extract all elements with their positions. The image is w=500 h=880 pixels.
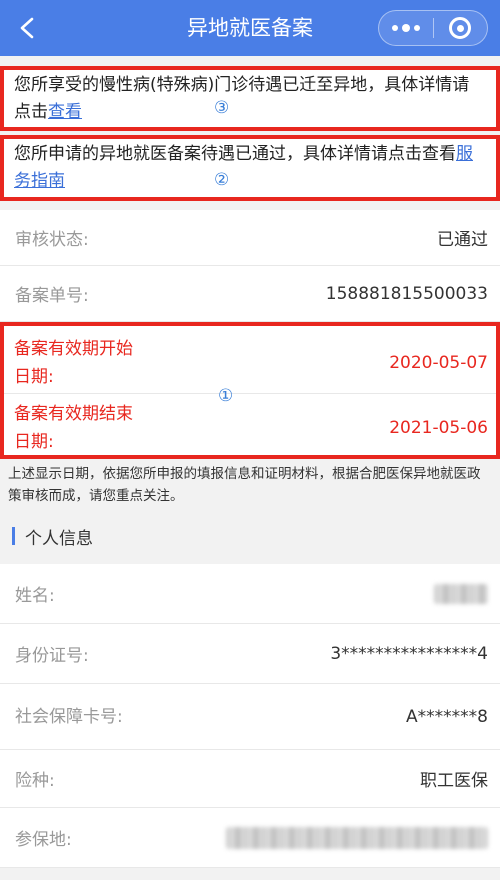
social-card-value: A*******8	[406, 706, 488, 727]
name-row: 姓名:	[0, 564, 500, 624]
status-label: 审核状态:	[15, 230, 89, 250]
end-date-label: 备案有效期结束日期:	[14, 404, 133, 452]
start-date-value: 2020-05-07	[389, 352, 488, 373]
annotation-marker-3: ③	[214, 98, 230, 118]
view-link[interactable]: 查看	[48, 102, 82, 122]
insurance-type-value: 职工医保	[420, 771, 488, 791]
chronic-notice-text: 您所享受的慢性病(特殊病)门诊待遇已迁至异地，具体详情请点击	[14, 75, 470, 122]
end-date-value: 2021-05-06	[389, 418, 488, 438]
social-card-row: 社会保障卡号: A*******8	[0, 684, 500, 750]
id-number-value: 3****************4	[330, 643, 488, 664]
more-button[interactable]	[379, 11, 433, 45]
insurance-type-label: 险种:	[15, 771, 55, 791]
record-number-value: 158881815500033	[325, 283, 488, 304]
record-number-row: 备案单号: 158881815500033	[0, 266, 500, 322]
location-redacted	[226, 826, 488, 849]
insured-location-label: 参保地:	[15, 830, 72, 850]
id-number-label: 身份证号:	[15, 646, 89, 666]
approval-notice: 您所申请的异地就医备案待遇已通过，具体详情请点击查看服务指南	[0, 135, 500, 201]
id-number-row: 身份证号: 3****************4	[0, 624, 500, 684]
policy-hint: 上述显示日期，依据您所申报的填报信息和证明材料，根据合肥医保异地就医政策审核而成…	[0, 460, 500, 510]
status-row: 审核状态: 已通过	[0, 210, 500, 266]
name-redacted	[434, 583, 488, 604]
insurance-type-row: 险种: 职工医保	[0, 750, 500, 808]
end-date-row: 备案有效期结束日期: 2021-05-06	[4, 397, 496, 459]
insured-location-row: 参保地:	[0, 808, 500, 868]
nav-bar: 异地就医备案	[0, 0, 500, 56]
close-button[interactable]	[434, 11, 488, 45]
section-accent-bar	[12, 527, 15, 545]
validity-box: 备案有效期开始日期: 2020-05-07 备案有效期结束日期: 2021-05…	[0, 322, 500, 459]
target-circle-icon	[449, 17, 472, 39]
mini-program-capsule	[378, 10, 488, 46]
more-dots-icon	[391, 24, 420, 32]
annotation-marker-2: ②	[214, 170, 230, 190]
start-date-label: 备案有效期开始日期:	[14, 338, 133, 387]
chronic-disease-notice: 您所享受的慢性病(特殊病)门诊待遇已迁至异地，具体详情请点击查看	[0, 66, 500, 131]
record-number-label: 备案单号:	[15, 286, 89, 306]
status-value: 已通过	[437, 230, 488, 250]
personal-info-title: 个人信息	[25, 528, 93, 549]
start-date-row: 备案有效期开始日期: 2020-05-07	[4, 332, 496, 394]
annotation-marker-1: ①	[218, 386, 234, 406]
name-label: 姓名:	[15, 586, 55, 606]
approval-notice-text: 您所申请的异地就医备案待遇已通过，具体详情请点击查看	[14, 144, 456, 164]
personal-info-header: 个人信息	[0, 512, 500, 560]
social-card-label: 社会保障卡号:	[15, 706, 123, 727]
